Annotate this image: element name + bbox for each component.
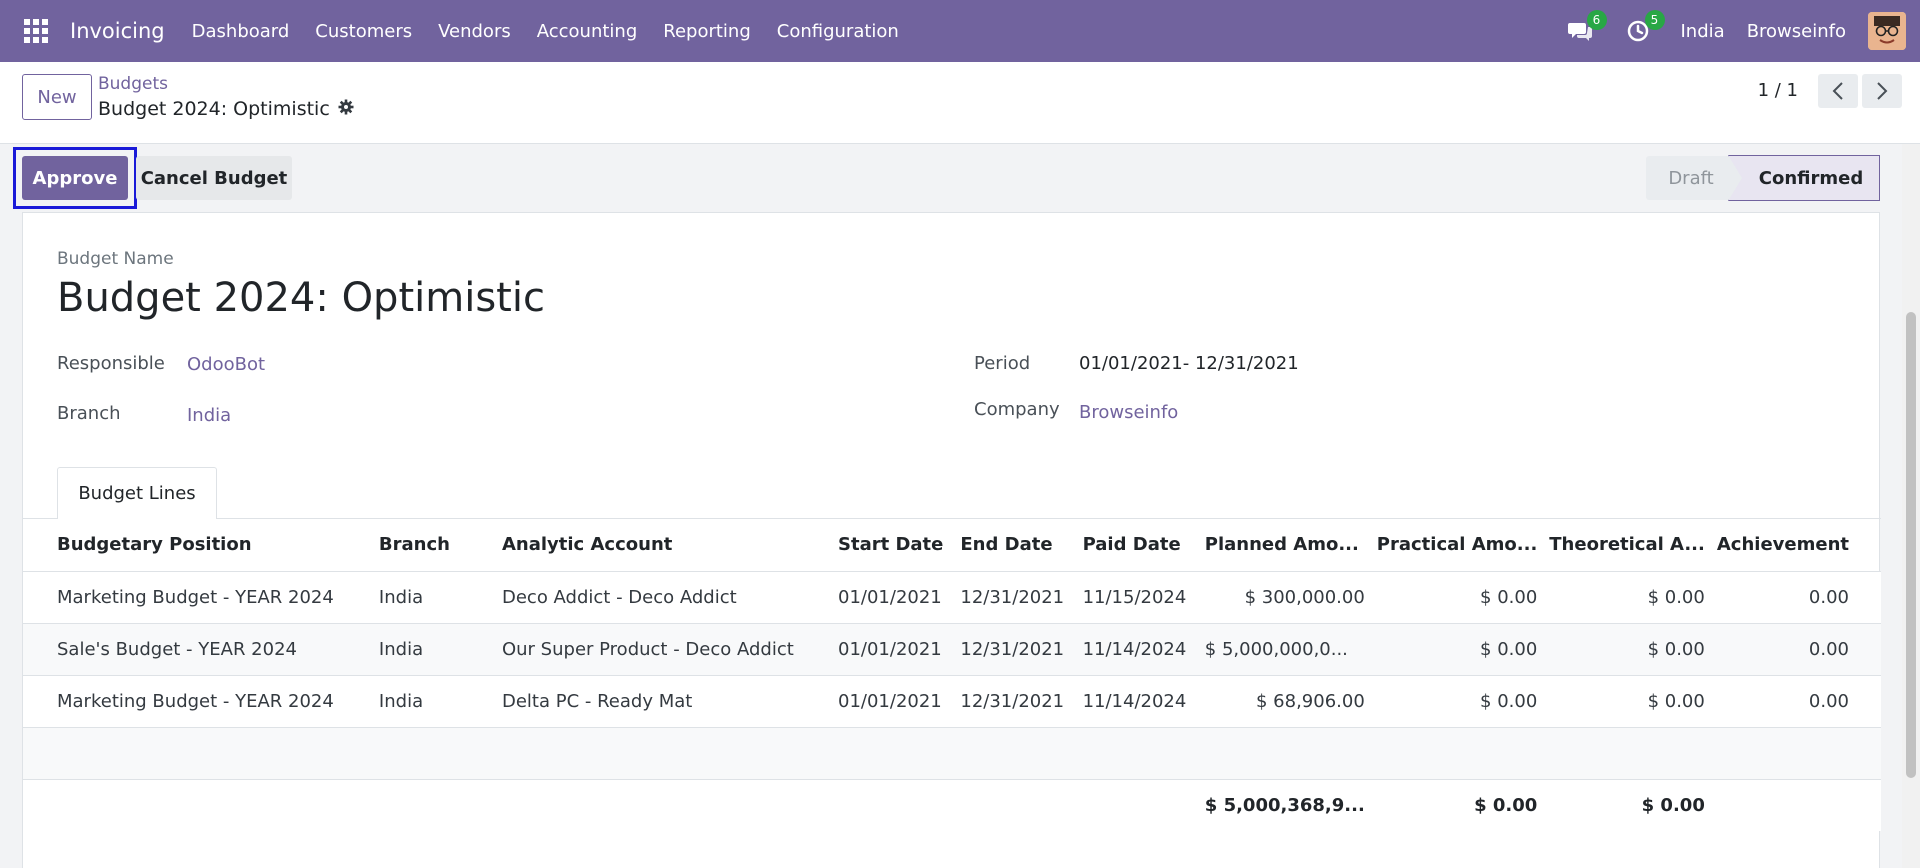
breadcrumb-budgets[interactable]: Budgets bbox=[98, 74, 168, 94]
branch-field[interactable]: India bbox=[187, 405, 231, 426]
app-name[interactable]: Invoicing bbox=[70, 19, 165, 43]
activities-badge: 5 bbox=[1644, 10, 1665, 30]
branch-switcher[interactable]: India bbox=[1681, 21, 1725, 42]
col-end-date[interactable]: End Date bbox=[954, 519, 1077, 572]
new-button[interactable]: New bbox=[22, 74, 92, 120]
cell-start-date: 01/01/2021 bbox=[832, 623, 955, 676]
cell-analytic-account: Delta PC - Ready Mat bbox=[495, 675, 832, 728]
total-practical-amount: $ 0.00 bbox=[1370, 779, 1544, 831]
company-label: Company bbox=[974, 399, 1060, 420]
cell-paid-date: 11/14/2024 bbox=[1076, 623, 1199, 676]
pager-next-button[interactable] bbox=[1862, 74, 1902, 108]
company-field[interactable]: Browseinfo bbox=[1079, 402, 1178, 423]
approve-button[interactable]: Approve bbox=[22, 156, 128, 200]
cell-achievement: 0.00 bbox=[1710, 571, 1881, 624]
period-field[interactable]: 01/01/2021- 12/31/2021 bbox=[1079, 353, 1299, 374]
cell-branch: India bbox=[372, 675, 496, 728]
responsible-label: Responsible bbox=[57, 353, 165, 374]
table-row[interactable]: Marketing Budget - YEAR 2024 India Deco … bbox=[23, 571, 1881, 624]
cell-theoretical-amount: $ 0.00 bbox=[1543, 571, 1711, 624]
cell-start-date: 01/01/2021 bbox=[832, 675, 955, 728]
chevron-right-icon bbox=[1877, 82, 1888, 100]
pager-value[interactable]: 1 / 1 bbox=[1758, 80, 1798, 101]
scrollbar-thumb[interactable] bbox=[1906, 312, 1916, 778]
cell-achievement: 0.00 bbox=[1710, 623, 1881, 676]
menu-reporting[interactable]: Reporting bbox=[650, 21, 764, 42]
cancel-budget-button[interactable]: Cancel Budget bbox=[136, 156, 292, 200]
activities-button[interactable]: 5 bbox=[1623, 10, 1665, 46]
menu-accounting[interactable]: Accounting bbox=[524, 21, 651, 42]
cell-branch: India bbox=[372, 571, 496, 624]
cell-branch: India bbox=[372, 623, 496, 676]
messages-badge: 6 bbox=[1586, 10, 1607, 30]
cell-end-date: 12/31/2021 bbox=[954, 571, 1077, 624]
cell-analytic-account: Deco Addict - Deco Addict bbox=[495, 571, 832, 624]
cell-budgetary-position: Marketing Budget - YEAR 2024 bbox=[23, 571, 373, 624]
menu-vendors[interactable]: Vendors bbox=[425, 21, 524, 42]
apps-grid-icon[interactable] bbox=[24, 19, 48, 43]
budget-lines-table: Budgetary Position Branch Analytic Accou… bbox=[23, 519, 1881, 831]
gear-icon[interactable] bbox=[338, 98, 354, 120]
col-practical-amount[interactable]: Practical Amo... bbox=[1370, 519, 1544, 572]
cell-planned-amount: $ 300,000.00 bbox=[1198, 571, 1371, 624]
cell-start-date: 01/01/2021 bbox=[832, 571, 955, 624]
cell-theoretical-amount: $ 0.00 bbox=[1543, 623, 1711, 676]
breadcrumb-current-label: Budget 2024: Optimistic bbox=[98, 98, 330, 120]
pager-previous-button[interactable] bbox=[1818, 74, 1858, 108]
budget-name-field[interactable]: Budget 2024: Optimistic bbox=[57, 275, 545, 321]
col-paid-date[interactable]: Paid Date bbox=[1076, 519, 1199, 572]
total-planned-amount: $ 5,000,368,9... bbox=[1198, 779, 1371, 831]
branch-label: Branch bbox=[57, 403, 121, 424]
avatar-face-icon bbox=[1868, 12, 1906, 50]
cell-practical-amount: $ 0.00 bbox=[1370, 571, 1544, 624]
total-theoretical-amount: $ 0.00 bbox=[1543, 779, 1711, 831]
menu-customers[interactable]: Customers bbox=[302, 21, 425, 42]
page-scrollbar[interactable] bbox=[1902, 144, 1920, 868]
table-row[interactable]: Sale's Budget - YEAR 2024 India Our Supe… bbox=[23, 623, 1881, 676]
table-row[interactable]: Marketing Budget - YEAR 2024 India Delta… bbox=[23, 675, 1881, 728]
company-switcher[interactable]: Browseinfo bbox=[1747, 21, 1846, 42]
table-total-row: $ 5,000,368,9... $ 0.00 $ 0.00 bbox=[23, 779, 1881, 831]
col-budgetary-position[interactable]: Budgetary Position bbox=[23, 519, 373, 572]
col-branch[interactable]: Branch bbox=[372, 519, 496, 572]
cell-planned-amount: $ 5,000,000,0... bbox=[1198, 623, 1371, 676]
col-start-date[interactable]: Start Date bbox=[832, 519, 955, 572]
breadcrumb-current: Budget 2024: Optimistic bbox=[98, 98, 354, 120]
period-label: Period bbox=[974, 353, 1031, 374]
messages-button[interactable]: 6 bbox=[1565, 10, 1607, 46]
status-arrow-separator bbox=[1728, 155, 1742, 201]
form-sheet: Budget Name Budget 2024: Optimistic Resp… bbox=[22, 212, 1881, 868]
table-header-row: Budgetary Position Branch Analytic Accou… bbox=[23, 519, 1881, 572]
cell-end-date: 12/31/2021 bbox=[954, 675, 1077, 728]
col-analytic-account[interactable]: Analytic Account bbox=[495, 519, 832, 572]
cell-practical-amount: $ 0.00 bbox=[1370, 675, 1544, 728]
cell-end-date: 12/31/2021 bbox=[954, 623, 1077, 676]
status-confirmed[interactable]: Confirmed bbox=[1728, 155, 1880, 201]
col-achievement[interactable]: Achievement bbox=[1710, 519, 1881, 572]
cell-planned-amount: $ 68,906.00 bbox=[1198, 675, 1371, 728]
cell-budgetary-position: Marketing Budget - YEAR 2024 bbox=[23, 675, 373, 728]
responsible-field[interactable]: OdooBot bbox=[187, 354, 265, 375]
cell-practical-amount: $ 0.00 bbox=[1370, 623, 1544, 676]
cell-budgetary-position: Sale's Budget - YEAR 2024 bbox=[23, 623, 373, 676]
cell-achievement: 0.00 bbox=[1710, 675, 1881, 728]
col-theoretical-amount[interactable]: Theoretical A... bbox=[1543, 519, 1711, 572]
cell-analytic-account: Our Super Product - Deco Addict bbox=[495, 623, 832, 676]
control-panel: New Budgets Budget 2024: Optimistic 1 / … bbox=[0, 62, 1920, 144]
cell-paid-date: 11/15/2024 bbox=[1076, 571, 1199, 624]
form-content: Approve Cancel Budget Draft Confirmed Bu… bbox=[0, 144, 1920, 868]
budget-name-label: Budget Name bbox=[57, 249, 174, 269]
table-empty-row bbox=[23, 727, 1881, 780]
cell-theoretical-amount: $ 0.00 bbox=[1543, 675, 1711, 728]
user-avatar[interactable] bbox=[1868, 12, 1906, 50]
status-draft[interactable]: Draft bbox=[1646, 156, 1736, 200]
menu-configuration[interactable]: Configuration bbox=[764, 21, 912, 42]
col-planned-amount[interactable]: Planned Amo... bbox=[1198, 519, 1371, 572]
cell-paid-date: 11/14/2024 bbox=[1076, 675, 1199, 728]
tab-budget-lines[interactable]: Budget Lines bbox=[57, 467, 217, 519]
menu-dashboard[interactable]: Dashboard bbox=[179, 21, 303, 42]
chevron-left-icon bbox=[1832, 82, 1843, 100]
navbar-systray: 6 5 India Browseinfo bbox=[1565, 0, 1920, 62]
top-navbar: Invoicing Dashboard Customers Vendors Ac… bbox=[0, 0, 1920, 62]
